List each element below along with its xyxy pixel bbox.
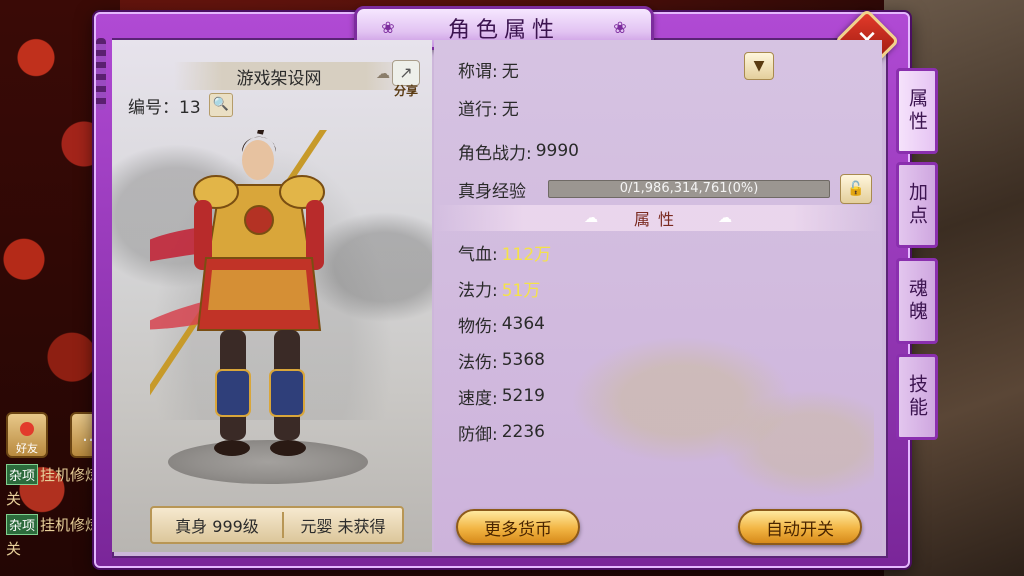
lock-icon: 🔓 (847, 181, 865, 197)
tab-label: 技能 (906, 374, 928, 420)
title-row: 称谓: 无 (458, 56, 519, 82)
dao-value: 无 (501, 99, 519, 120)
attribute-value: 51万 (501, 280, 541, 301)
attribute-label: 法力: (458, 280, 498, 301)
chat-text: 挂机修炼 (40, 516, 101, 534)
chat-text: 关 (6, 490, 22, 508)
chat-text: 关 (6, 540, 22, 558)
nascent-soul-status: 元婴 未获得 (300, 517, 386, 536)
chat-text: 挂机修炼 (40, 466, 101, 484)
chat-line[interactable]: 杂项 挂机修炼 (6, 514, 100, 535)
power-row: 角色战力: 9990 (458, 138, 579, 164)
tab-skills[interactable]: 技能 (896, 354, 938, 440)
ink-painting-decoration (554, 290, 874, 510)
dao-row: 道行: 无 (458, 94, 519, 120)
share-label: 分享 (393, 84, 418, 98)
tab-add-points[interactable]: 加点 (896, 162, 938, 248)
chat-tag: 杂项 (6, 514, 39, 535)
power-label: 角色战力: (458, 143, 532, 164)
warrior-character[interactable] (150, 130, 370, 480)
notification-dot (20, 422, 34, 436)
attribute-label: 气血: (458, 244, 498, 265)
player-name: 游戏架设网 (236, 68, 322, 89)
realm-info-plate: 真身 999级 元婴 未获得 (150, 506, 404, 544)
attribute-row: 法伤: 5368 (458, 347, 545, 373)
title-dropdown-button[interactable]: ▼ (744, 52, 774, 80)
tab-soul[interactable]: 魂魄 (896, 258, 938, 344)
friends-label: 好友 (16, 442, 38, 455)
exp-progress-bar: 0/1,986,314,761(0%) (548, 180, 830, 198)
name-bar: 游戏架设网 ☁ (174, 62, 414, 90)
auto-toggle-button[interactable]: 自动开关 (738, 509, 862, 545)
cloud-ornament-icon: ❀ (613, 18, 627, 37)
search-button[interactable]: 🔍 (208, 93, 233, 117)
friends-button[interactable]: 好友 (6, 412, 48, 458)
tab-label: 魂魄 (906, 278, 928, 324)
chat-line[interactable]: 关 (6, 538, 21, 559)
player-id: 编号：13 (128, 97, 201, 118)
title-value: 无 (501, 61, 519, 82)
attribute-value: 2236 (501, 422, 545, 442)
more-currency-label: 更多货币 (484, 519, 552, 540)
cloud-ornament-icon: ❀ (381, 18, 395, 37)
share-button[interactable]: ↗ 分享 (390, 60, 422, 98)
power-value: 9990 (535, 141, 579, 161)
player-id-row: 编号：13 🔍 (128, 92, 233, 118)
attribute-label: 速度: (458, 388, 498, 409)
exp-label: 真身经验 (458, 181, 526, 202)
attributes-header-label: 属性 (633, 210, 682, 229)
attribute-value: 5219 (501, 386, 545, 406)
chat-line[interactable]: 关 (6, 488, 21, 509)
tab-label: 加点 (906, 182, 928, 228)
attribute-value: 5368 (501, 350, 545, 370)
more-currency-button[interactable]: 更多货币 (456, 509, 580, 545)
exp-value: 0/1,986,314,761(0%) (619, 181, 759, 196)
exp-lock-button[interactable]: 🔓 (840, 174, 872, 204)
tab-label: 属性 (906, 88, 928, 134)
attribute-value: 112万 (501, 244, 552, 265)
attribute-label: 防御: (458, 424, 498, 445)
chat-line[interactable]: 杂项 挂机修炼 (6, 464, 100, 485)
attribute-row: 防御: 2236 (458, 419, 545, 445)
tab-attributes[interactable]: 属性 (896, 68, 938, 154)
title-label: 称谓: (458, 61, 498, 82)
chat-tag: 杂项 (6, 464, 39, 485)
attribute-row: 气血: 112万 (458, 239, 551, 265)
search-icon: 🔍 (212, 97, 229, 112)
attribute-label: 法伤: (458, 352, 498, 373)
attribute-row: 物伤: 4364 (458, 311, 545, 337)
attribute-row: 速度: 5219 (458, 383, 545, 409)
dao-label: 道行: (458, 99, 498, 120)
real-body-level: 真身 999级 (175, 517, 259, 536)
tassel-decoration (96, 38, 106, 110)
chevron-down-icon: ▼ (753, 58, 765, 74)
attribute-label: 物伤: (458, 316, 498, 337)
cloud-ornament-icon: ☁ (718, 210, 732, 226)
cloud-ornament-icon: ☁ (376, 66, 390, 82)
cloud-ornament-icon: ☁ (583, 210, 598, 226)
attributes-header: ☁ 属性 ☁ (434, 205, 882, 231)
exp-row: 真身经验 (458, 176, 526, 202)
auto-toggle-label: 自动开关 (766, 519, 834, 540)
attribute-value: 4364 (501, 314, 545, 334)
attribute-row: 法力: 51万 (458, 275, 540, 301)
